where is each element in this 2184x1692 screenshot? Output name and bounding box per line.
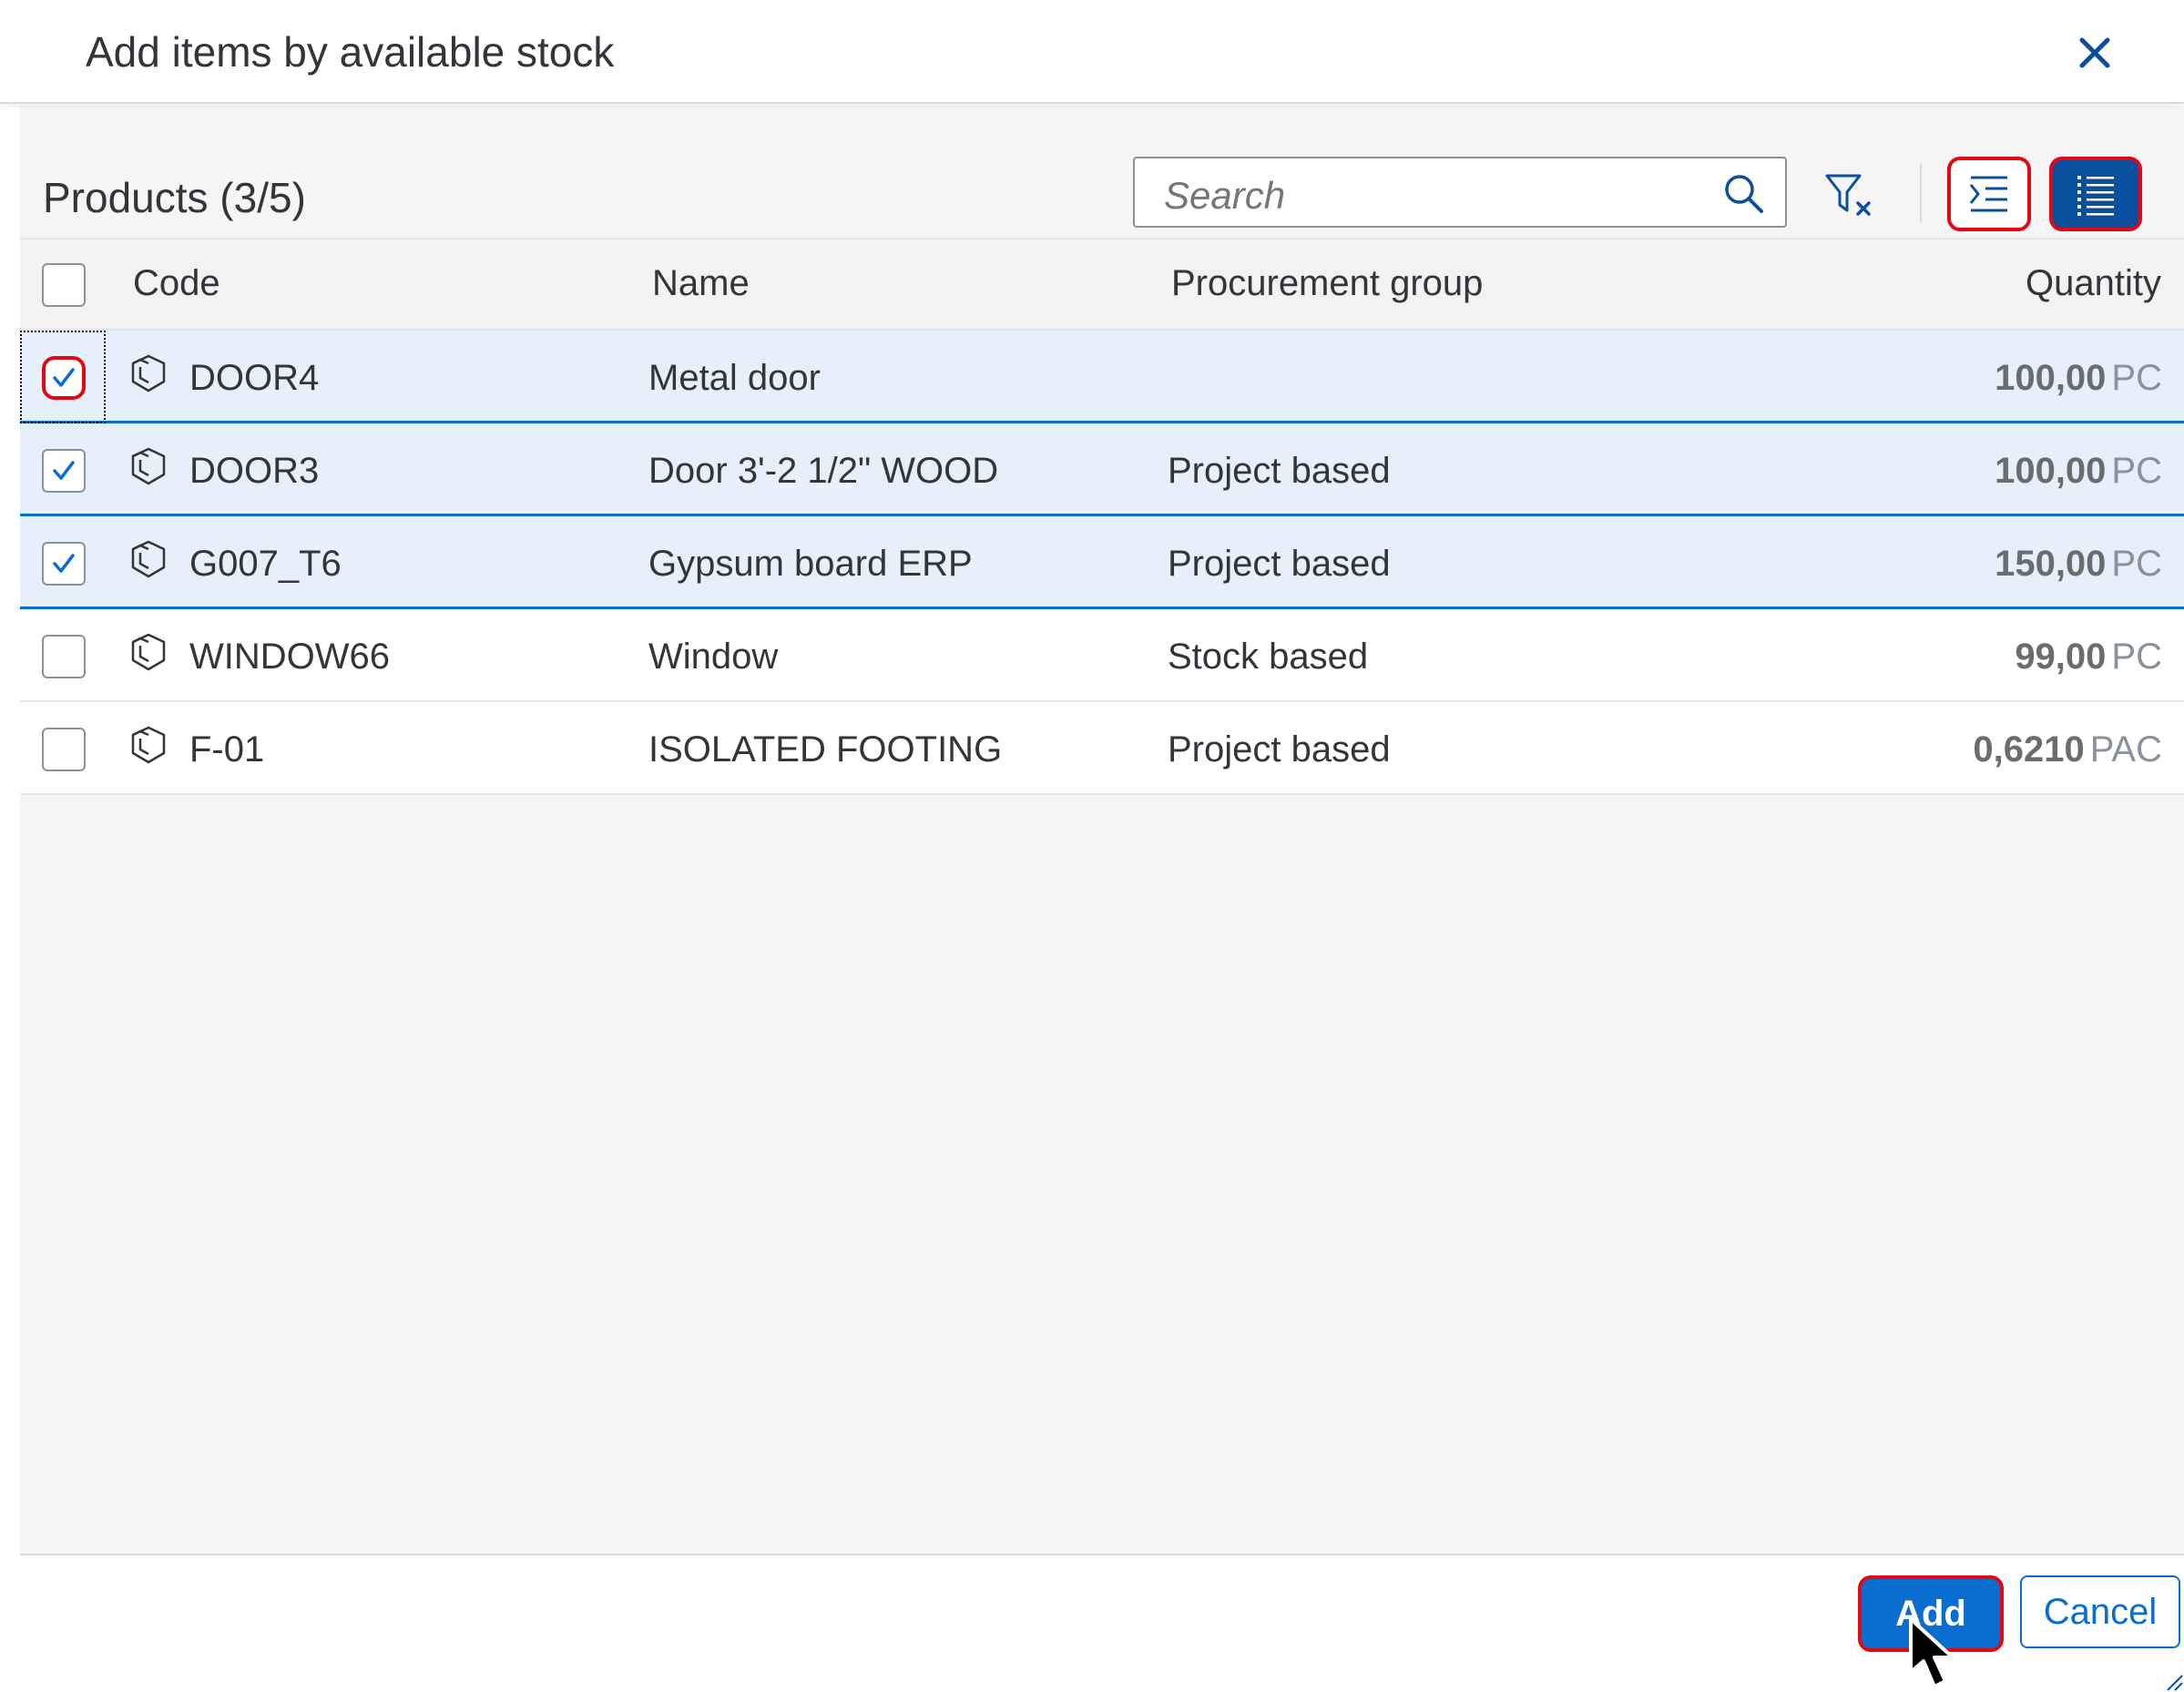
- table-row[interactable]: G007_T6 Gypsum board ERP Project based 150,…: [20, 516, 2184, 609]
- cell-code: G007_T6: [189, 544, 342, 584]
- table-row[interactable]: DOOR4 Metal door 100,00 PC: [20, 331, 2184, 423]
- quantity-unit: PC: [2111, 544, 2162, 584]
- dialog-header: Add items by available stock: [0, 0, 2184, 104]
- clear-filter-button[interactable]: [1807, 157, 1891, 231]
- table-toolbar: Products (3/5) Search: [20, 157, 2184, 237]
- table-title: Products (3/5): [43, 174, 306, 221]
- cell-code: DOOR3: [189, 451, 320, 491]
- quantity-value: 100,00: [1995, 451, 2107, 491]
- column-header-quantity[interactable]: Quantity: [2026, 263, 2161, 304]
- product-icon: [131, 354, 166, 392]
- quantity-unit: PC: [2111, 637, 2162, 677]
- cancel-button[interactable]: Cancel: [2020, 1575, 2180, 1648]
- mouse-cursor-icon: [1909, 1617, 1954, 1688]
- table-row[interactable]: DOOR3 Door 3'-2 1/2" WOOD Project based 100…: [20, 423, 2184, 516]
- collapse-button[interactable]: [1947, 157, 2031, 231]
- list-view-button[interactable]: [2049, 157, 2142, 231]
- cell-quantity: 100,00 PC: [1995, 451, 2162, 492]
- column-header-code[interactable]: Code: [133, 263, 220, 304]
- row-checkbox[interactable]: [42, 542, 86, 586]
- quantity-value: 99,00: [2015, 637, 2107, 677]
- quantity-value: 100,00: [1995, 358, 2107, 398]
- search-icon[interactable]: [1721, 171, 1765, 215]
- column-header-name[interactable]: Name: [652, 263, 750, 304]
- product-icon: [131, 726, 166, 764]
- row-checkbox[interactable]: [42, 449, 86, 493]
- cell-name: Gypsum board ERP: [648, 544, 973, 584]
- checkmark-icon: [53, 368, 75, 387]
- cell-name: Metal door: [648, 358, 821, 398]
- select-all-checkbox[interactable]: [42, 263, 86, 307]
- column-header-procurement-group[interactable]: Procurement group: [1171, 263, 1483, 304]
- cell-quantity: 100,00 PC: [1995, 358, 2162, 399]
- close-button[interactable]: [2067, 25, 2122, 80]
- dialog-content: Products (3/5) Search Code Name Procurem…: [20, 106, 2184, 1554]
- product-icon: [131, 447, 166, 485]
- list-view-icon: [2077, 176, 2114, 216]
- checkmark-icon: [53, 461, 75, 480]
- cell-procurement-group: Stock based: [1168, 637, 1369, 677]
- filter-clear-icon: [1825, 174, 1871, 216]
- products-table: Code Name Procurement group Quantity DOO…: [20, 238, 2184, 795]
- quantity-unit: PAC: [2089, 729, 2162, 770]
- product-icon: [131, 633, 166, 671]
- quantity-value: 0,6210: [1973, 729, 2085, 770]
- quantity-unit: PC: [2111, 358, 2162, 398]
- row-checkbox[interactable]: [42, 356, 86, 400]
- cell-name: ISOLATED FOOTING: [648, 729, 1003, 770]
- add-items-dialog: Add items by available stock Products (3…: [0, 0, 2184, 1692]
- table-header: Code Name Procurement group Quantity: [20, 238, 2184, 331]
- table-row[interactable]: WINDOW66 Window Stock based 99,00 PC: [20, 609, 2184, 702]
- row-checkbox[interactable]: [42, 635, 86, 678]
- product-icon: [131, 540, 166, 578]
- cell-procurement-group: Project based: [1168, 544, 1391, 584]
- row-checkbox[interactable]: [42, 728, 86, 771]
- cell-code: DOOR4: [189, 358, 320, 398]
- quantity-value: 150,00: [1995, 544, 2107, 584]
- checkmark-icon: [53, 554, 75, 573]
- table-row[interactable]: F-01 ISOLATED FOOTING Project based 0,6210 P…: [20, 702, 2184, 795]
- search-input[interactable]: Search: [1133, 157, 1787, 228]
- cell-name: Door 3'-2 1/2" WOOD: [648, 451, 999, 491]
- cell-code: WINDOW66: [189, 637, 390, 677]
- cell-quantity: 99,00 PC: [2015, 637, 2162, 678]
- cell-quantity: 0,6210 PAC: [1973, 729, 2162, 770]
- collapse-indent-icon: [1969, 176, 2007, 212]
- cell-procurement-group: Project based: [1168, 729, 1391, 770]
- cell-code: F-01: [189, 729, 265, 770]
- search-placeholder: Search: [1164, 174, 1286, 217]
- dialog-footer: Add Cancel: [20, 1554, 2184, 1692]
- quantity-unit: PC: [2111, 451, 2162, 491]
- close-icon: [2079, 37, 2110, 68]
- dialog-title: Add items by available stock: [86, 28, 615, 76]
- cell-quantity: 150,00 PC: [1995, 544, 2162, 585]
- toolbar-separator: [1920, 164, 1922, 222]
- cell-procurement-group: Project based: [1168, 451, 1391, 491]
- resize-handle-icon[interactable]: [2164, 1672, 2184, 1692]
- cell-name: Window: [648, 637, 779, 677]
